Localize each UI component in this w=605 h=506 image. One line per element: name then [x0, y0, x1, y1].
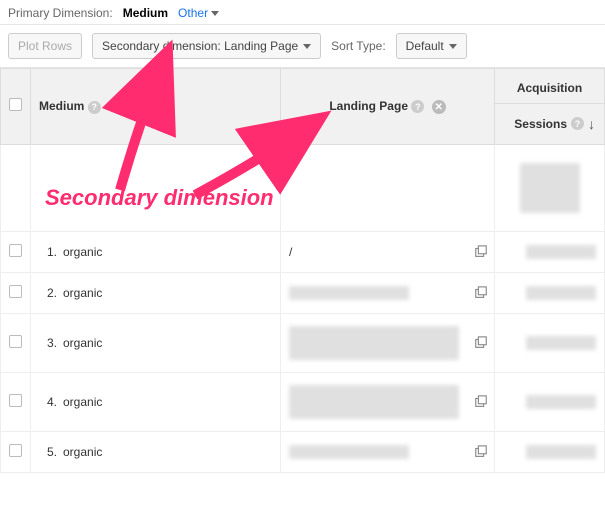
- plot-rows-label: Plot Rows: [18, 39, 72, 53]
- remove-secondary-dimension-icon[interactable]: ✕: [432, 100, 446, 114]
- table-row: 1.organic /: [1, 231, 605, 272]
- report-table: Medium ? Landing Page ? ✕ Acquisition Se…: [0, 68, 605, 473]
- row-checkbox[interactable]: [9, 394, 22, 407]
- toolbar: Plot Rows Secondary dimension: Landing P…: [0, 25, 605, 68]
- medium-cell[interactable]: 5.organic: [31, 431, 281, 472]
- landing-cell[interactable]: [281, 372, 495, 431]
- open-link-icon[interactable]: [474, 245, 488, 259]
- sessions-cell: [495, 431, 605, 472]
- column-landing-header[interactable]: Landing Page: [329, 99, 408, 113]
- table-row: 3.organic: [1, 313, 605, 372]
- sessions-cell: [495, 372, 605, 431]
- column-medium-header[interactable]: Medium: [39, 99, 84, 113]
- landing-cell[interactable]: [281, 313, 495, 372]
- redacted-value: [526, 445, 596, 459]
- medium-cell[interactable]: 2.organic: [31, 272, 281, 313]
- primary-dimension-bar: Primary Dimension: Medium Other: [0, 0, 605, 25]
- open-link-icon[interactable]: [474, 286, 488, 300]
- sessions-cell: [495, 313, 605, 372]
- medium-cell[interactable]: 4.organic: [31, 372, 281, 431]
- table-row: 5.organic: [1, 431, 605, 472]
- sessions-cell: [495, 231, 605, 272]
- secondary-dimension-dropdown[interactable]: Secondary dimension: Landing Page: [92, 33, 321, 59]
- redacted-value: [526, 245, 596, 259]
- redacted-total: [520, 163, 580, 213]
- open-link-icon[interactable]: [474, 395, 488, 409]
- row-checkbox[interactable]: [9, 335, 22, 348]
- sessions-cell: [495, 272, 605, 313]
- sort-type-label: Sort Type:: [331, 39, 385, 53]
- secondary-dimension-label: Secondary dimension: Landing Page: [102, 39, 298, 53]
- medium-cell[interactable]: 1.organic: [31, 231, 281, 272]
- redacted-value: [526, 286, 596, 300]
- sort-type-value: Default: [406, 39, 444, 53]
- redacted-value: [289, 385, 459, 419]
- help-icon[interactable]: ?: [411, 100, 424, 113]
- primary-dimension-label: Primary Dimension:: [8, 6, 113, 20]
- redacted-value: [289, 445, 409, 459]
- row-checkbox[interactable]: [9, 444, 22, 457]
- summary-row: [1, 144, 605, 231]
- primary-dimension-active[interactable]: Medium: [123, 6, 168, 20]
- sort-descending-icon[interactable]: ↓: [588, 116, 595, 132]
- medium-cell[interactable]: 3.organic: [31, 313, 281, 372]
- redacted-value: [289, 326, 459, 360]
- help-icon[interactable]: ?: [571, 117, 584, 130]
- redacted-value: [289, 286, 409, 300]
- column-acquisition-header: Acquisition: [517, 81, 582, 95]
- row-checkbox[interactable]: [9, 244, 22, 257]
- redacted-value: [526, 395, 596, 409]
- landing-cell[interactable]: [281, 431, 495, 472]
- chevron-down-icon: [211, 11, 219, 16]
- table-row: 2.organic: [1, 272, 605, 313]
- sort-type-dropdown[interactable]: Default: [396, 33, 467, 59]
- primary-dimension-other-label: Other: [178, 6, 208, 20]
- open-link-icon[interactable]: [474, 336, 488, 350]
- landing-cell[interactable]: /: [281, 231, 495, 272]
- chevron-down-icon: [303, 44, 311, 49]
- landing-value: /: [289, 245, 292, 259]
- open-link-icon[interactable]: [474, 445, 488, 459]
- help-icon[interactable]: ?: [88, 101, 101, 114]
- redacted-value: [526, 336, 596, 350]
- select-all-checkbox[interactable]: [9, 98, 22, 111]
- primary-dimension-other[interactable]: Other: [178, 6, 219, 20]
- landing-cell[interactable]: [281, 272, 495, 313]
- chevron-down-icon: [449, 44, 457, 49]
- plot-rows-button[interactable]: Plot Rows: [8, 33, 82, 59]
- table-row: 4.organic: [1, 372, 605, 431]
- column-sessions-header[interactable]: Sessions: [514, 117, 567, 131]
- row-checkbox[interactable]: [9, 285, 22, 298]
